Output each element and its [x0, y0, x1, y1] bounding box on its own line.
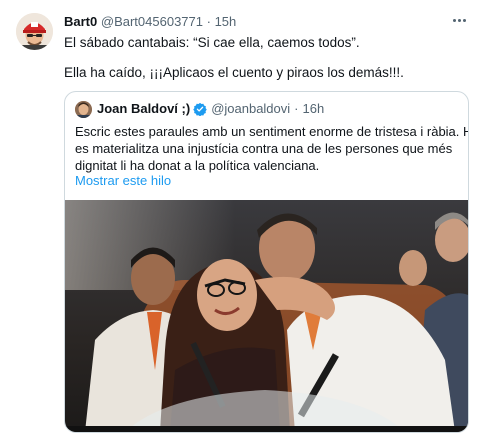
show-thread-link[interactable]: Mostrar este hilo [75, 172, 171, 190]
quoted-separator: · [294, 101, 299, 116]
tweet-header: Bart0 @Bart045603771 · 15h [64, 13, 448, 31]
quoted-author-avatar[interactable] [75, 100, 92, 118]
tweet-text-line-2: Ella ha caído, ¡¡¡Aplicaos el cuento y p… [64, 65, 404, 80]
author-name[interactable]: Bart0 [64, 14, 97, 29]
author-avatar[interactable] [16, 13, 53, 50]
tweet-timestamp[interactable]: 15h [215, 14, 237, 29]
author-handle[interactable]: @Bart045603771 [101, 14, 203, 29]
more-horizontal-icon[interactable] [448, 11, 470, 29]
quoted-text-line-2: es materialitza una injustícia contra un… [75, 141, 453, 156]
quoted-text-line-1: Escric estes paraules amb un sentiment e… [75, 124, 469, 139]
photo-image [65, 200, 468, 432]
verified-badge-icon [193, 102, 207, 117]
avatar-image [16, 13, 53, 50]
quoted-author-name[interactable]: Joan Baldoví ;) [97, 100, 190, 118]
quoted-tweet[interactable]: Joan Baldoví ;) @joanbaldovi · 16h Escri… [64, 91, 469, 433]
header-separator: · [206, 14, 211, 29]
tweet-text-line-1: El sábado cantabais: “Si cae ella, caemo… [64, 35, 360, 50]
quoted-author-handle[interactable]: @joanbaldovi [211, 100, 290, 118]
quoted-header: Joan Baldoví ;) @joanbaldovi · 16h [75, 100, 458, 118]
tweet[interactable]: Bart0 @Bart045603771 · 15h El sábado can… [0, 0, 488, 433]
quoted-avatar-image [75, 100, 92, 118]
quoted-timestamp[interactable]: 16h [303, 100, 325, 118]
quoted-photo[interactable] [65, 200, 468, 432]
